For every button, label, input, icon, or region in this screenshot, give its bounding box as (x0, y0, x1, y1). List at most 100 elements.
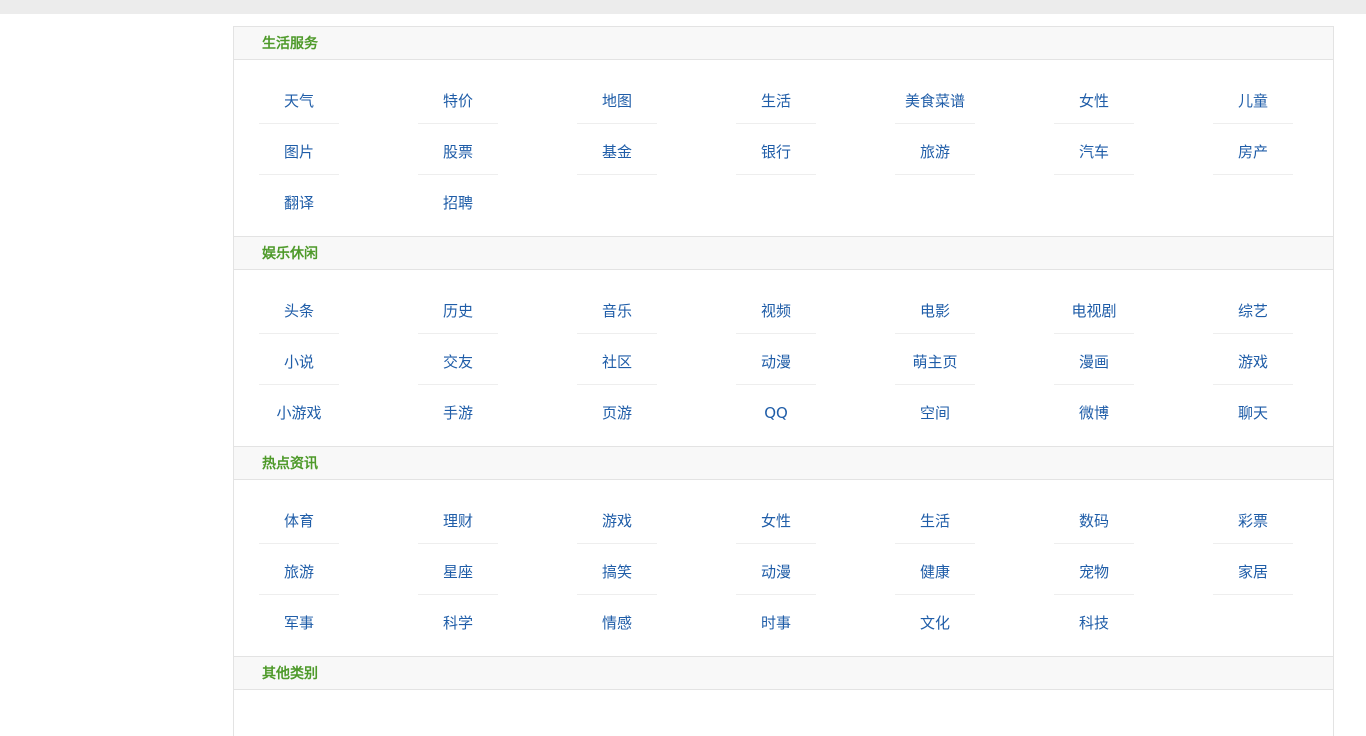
category-link[interactable]: 生活 (736, 75, 816, 124)
link-cell: 彩票 (1213, 495, 1293, 546)
link-cell: 综艺 (1213, 285, 1293, 336)
link-cell: 宠物 (1054, 546, 1134, 597)
category-link[interactable]: 音乐 (577, 285, 657, 334)
category-link[interactable]: 旅游 (259, 546, 339, 595)
category-link[interactable]: 股票 (418, 126, 498, 175)
category-link[interactable]: 空间 (895, 387, 975, 435)
link-cell: 文化 (895, 597, 975, 648)
link-cell: 生活 (736, 75, 816, 126)
category-link[interactable]: 历史 (418, 285, 498, 334)
link-cell: 视频 (736, 285, 816, 336)
category-link[interactable]: 文化 (895, 597, 975, 645)
link-cell: 房产 (1213, 126, 1293, 177)
link-cell: 萌主页 (895, 336, 975, 387)
link-cell: 电影 (895, 285, 975, 336)
category-link[interactable]: 汽车 (1054, 126, 1134, 175)
category-link[interactable]: 房产 (1213, 126, 1293, 175)
link-cell: 美食菜谱 (895, 75, 975, 126)
category-link[interactable]: QQ (736, 387, 816, 435)
link-cell: 电视剧 (1054, 285, 1134, 336)
category-link[interactable]: 萌主页 (895, 336, 975, 385)
category-link[interactable]: 生活 (895, 495, 975, 544)
category-link[interactable]: 综艺 (1213, 285, 1293, 334)
category-link[interactable]: 翻译 (259, 177, 339, 225)
empty-cell (577, 177, 657, 228)
category-link[interactable]: 动漫 (736, 546, 816, 595)
category-link[interactable]: 页游 (577, 387, 657, 435)
link-cell: 漫画 (1054, 336, 1134, 387)
link-cell: 页游 (577, 387, 657, 438)
category-link[interactable]: 美食菜谱 (895, 75, 975, 124)
category-link[interactable]: 军事 (259, 597, 339, 645)
category-link[interactable]: 女性 (1054, 75, 1134, 124)
link-cell: 数码 (1054, 495, 1134, 546)
category-link[interactable]: 家居 (1213, 546, 1293, 595)
category-link[interactable]: 科技 (1054, 597, 1134, 645)
category-link[interactable]: 招聘 (418, 177, 498, 225)
category-link[interactable]: 电视剧 (1054, 285, 1134, 334)
category-link[interactable]: 社区 (577, 336, 657, 385)
category-link[interactable]: 情感 (577, 597, 657, 645)
category-link[interactable]: 视频 (736, 285, 816, 334)
link-cell: 科学 (418, 597, 498, 648)
link-cell: 交友 (418, 336, 498, 387)
category-link[interactable]: 游戏 (1213, 336, 1293, 385)
category-link[interactable]: 健康 (895, 546, 975, 595)
link-cell: 情感 (577, 597, 657, 648)
category-link[interactable]: 天气 (259, 75, 339, 124)
category-link[interactable]: 小游戏 (259, 387, 339, 435)
link-cell: 社区 (577, 336, 657, 387)
link-cell: 理财 (418, 495, 498, 546)
category-link[interactable]: 头条 (259, 285, 339, 334)
category-link[interactable]: 交友 (418, 336, 498, 385)
link-cell: 儿童 (1213, 75, 1293, 126)
category-link[interactable]: 漫画 (1054, 336, 1134, 385)
category-panel: 生活服务 天气 特价 地图 生活 美食菜谱 女性 儿童 图片 股票 基金 银行 旅游 汽车 房产 翻译 招聘 娱乐… (233, 26, 1334, 736)
category-link[interactable]: 彩票 (1213, 495, 1293, 544)
category-link[interactable]: 小说 (259, 336, 339, 385)
link-cell: 音乐 (577, 285, 657, 336)
section-title: 生活服务 (262, 36, 318, 52)
category-link[interactable]: 图片 (259, 126, 339, 175)
category-link[interactable]: 基金 (577, 126, 657, 175)
category-link[interactable]: 儿童 (1213, 75, 1293, 124)
category-link[interactable]: 女性 (736, 495, 816, 544)
link-cell: 动漫 (736, 336, 816, 387)
category-link[interactable]: 科学 (418, 597, 498, 645)
section-header: 热点资讯 (234, 446, 1333, 480)
section-title: 其他类别 (262, 666, 318, 682)
category-link[interactable]: 数码 (1054, 495, 1134, 544)
category-link[interactable]: 电影 (895, 285, 975, 334)
category-link[interactable]: 微博 (1054, 387, 1134, 435)
category-link[interactable]: 时事 (736, 597, 816, 645)
link-cell: 星座 (418, 546, 498, 597)
category-link[interactable]: 特价 (418, 75, 498, 124)
category-link[interactable]: 地图 (577, 75, 657, 124)
category-link[interactable]: 搞笑 (577, 546, 657, 595)
category-link[interactable]: 银行 (736, 126, 816, 175)
category-link[interactable]: 聊天 (1213, 387, 1293, 435)
category-link[interactable]: 宠物 (1054, 546, 1134, 595)
empty-cell (895, 177, 975, 228)
category-link[interactable]: 手游 (418, 387, 498, 435)
category-link[interactable]: 旅游 (895, 126, 975, 175)
link-cell: 地图 (577, 75, 657, 126)
category-link[interactable]: 游戏 (577, 495, 657, 544)
category-link[interactable]: 理财 (418, 495, 498, 544)
link-grid: 天气 特价 地图 生活 美食菜谱 女性 儿童图片 股票 基金 银行 旅游 汽车 房产翻译 招聘 (234, 75, 1333, 228)
section-title: 娱乐休闲 (262, 246, 318, 262)
link-cell: 女性 (736, 495, 816, 546)
link-cell: 健康 (895, 546, 975, 597)
link-cell: 特价 (418, 75, 498, 126)
link-cell: 旅游 (895, 126, 975, 177)
link-cell: 动漫 (736, 546, 816, 597)
link-cell: 家居 (1213, 546, 1293, 597)
section-header: 生活服务 (234, 26, 1333, 60)
category-link[interactable]: 体育 (259, 495, 339, 544)
category-link[interactable]: 星座 (418, 546, 498, 595)
link-cell: 翻译 (259, 177, 339, 228)
category-link[interactable]: 动漫 (736, 336, 816, 385)
link-cell: 微博 (1054, 387, 1134, 438)
link-cell: 股票 (418, 126, 498, 177)
link-cell: QQ (736, 387, 816, 438)
